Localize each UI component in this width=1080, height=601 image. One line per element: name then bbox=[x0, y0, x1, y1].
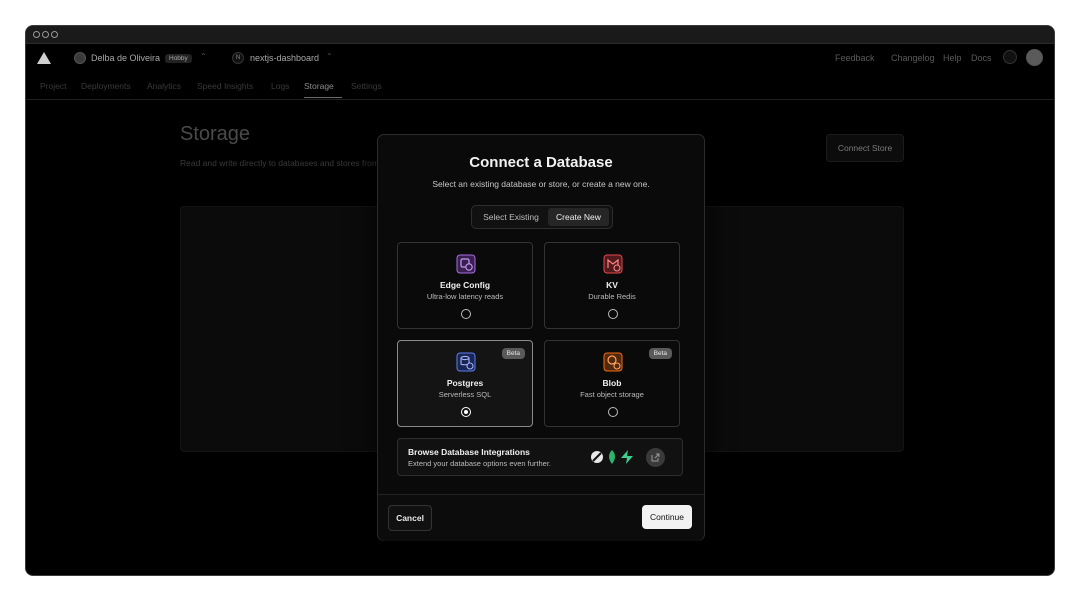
create-new-option[interactable]: Create New bbox=[548, 208, 609, 226]
minimize-window-button[interactable] bbox=[42, 31, 49, 38]
project-switcher-chevron-icon[interactable]: ⌃ bbox=[326, 52, 333, 61]
tab-speed-insights[interactable]: Speed Insights bbox=[197, 81, 253, 91]
nav-link-docs[interactable]: Docs bbox=[971, 53, 992, 63]
tab-project[interactable]: Project bbox=[40, 81, 66, 91]
kv-radio[interactable] bbox=[608, 309, 618, 319]
close-window-button[interactable] bbox=[33, 31, 40, 38]
vercel-logo-icon[interactable] bbox=[37, 52, 51, 64]
card-description: Serverless SQL bbox=[438, 390, 492, 399]
tab-analytics[interactable]: Analytics bbox=[147, 81, 181, 91]
connect-store-button[interactable]: Connect Store bbox=[826, 134, 904, 162]
nav-link-changelog[interactable]: Changelog bbox=[891, 53, 935, 63]
mongodb-logo-icon bbox=[609, 450, 615, 464]
integrations-title: Browse Database Integrations bbox=[408, 447, 530, 457]
card-name: KV bbox=[606, 280, 618, 290]
integrations-subtitle: Extend your database options even furthe… bbox=[408, 459, 552, 468]
external-link-icon bbox=[651, 453, 660, 462]
plan-badge: Hobby bbox=[165, 54, 192, 63]
source-segmented-control: Select Existing Create New bbox=[471, 205, 613, 229]
project-avatar: N bbox=[232, 52, 244, 64]
card-description: Fast object storage bbox=[580, 390, 644, 399]
card-blob[interactable]: Beta Blob Fast object storage bbox=[544, 340, 680, 427]
postgres-radio[interactable] bbox=[461, 407, 471, 417]
edge-config-icon bbox=[456, 254, 476, 274]
tab-logs[interactable]: Logs bbox=[271, 81, 289, 91]
tab-deployments[interactable]: Deployments bbox=[81, 81, 131, 91]
zoom-window-button[interactable] bbox=[51, 31, 58, 38]
project-tabs: Project Deployments Analytics Speed Insi… bbox=[26, 75, 1054, 100]
top-navigation: Delba de Oliveira Hobby ⌃ N nextjs-dashb… bbox=[26, 44, 1054, 74]
open-integrations-button[interactable] bbox=[646, 448, 665, 467]
notifications-bell-icon[interactable] bbox=[1003, 50, 1017, 64]
select-existing-option[interactable]: Select Existing bbox=[475, 208, 547, 226]
cancel-button[interactable]: Cancel bbox=[388, 505, 432, 531]
neon-logo-icon bbox=[591, 451, 603, 463]
tab-settings[interactable]: Settings bbox=[351, 81, 382, 91]
beta-badge: Beta bbox=[648, 348, 672, 359]
user-name[interactable]: Delba de Oliveira bbox=[91, 53, 160, 63]
modal-subtitle: Select an existing database or store, or… bbox=[432, 179, 650, 189]
card-description: Ultra-low latency reads bbox=[426, 292, 504, 301]
supabase-logo-icon bbox=[621, 450, 633, 464]
window-titlebar bbox=[26, 26, 1054, 44]
card-name: Postgres bbox=[446, 378, 484, 388]
modal-title: Connect a Database bbox=[469, 154, 613, 171]
edge-config-radio[interactable] bbox=[461, 309, 471, 319]
continue-button[interactable]: Continue bbox=[642, 505, 692, 529]
tab-storage[interactable]: Storage bbox=[304, 81, 334, 91]
card-name: Edge Config bbox=[439, 280, 491, 290]
card-postgres[interactable]: Beta Postgres Serverless SQL bbox=[397, 340, 533, 427]
blob-icon bbox=[603, 352, 623, 372]
page-title: Storage bbox=[180, 123, 251, 145]
nav-link-help[interactable]: Help bbox=[943, 53, 962, 63]
card-kv[interactable]: KV Durable Redis bbox=[544, 242, 680, 329]
card-edge-config[interactable]: Edge Config Ultra-low latency reads bbox=[397, 242, 533, 329]
connect-database-modal: Connect a Database Select an existing da… bbox=[377, 134, 705, 541]
browser-window: Delba de Oliveira Hobby ⌃ N nextjs-dashb… bbox=[26, 26, 1054, 575]
browse-integrations-row[interactable]: Browse Database Integrations Extend your… bbox=[397, 438, 683, 476]
postgres-icon bbox=[456, 352, 476, 372]
nav-link-feedback[interactable]: Feedback bbox=[835, 53, 875, 63]
card-description: Durable Redis bbox=[588, 292, 636, 301]
beta-badge: Beta bbox=[501, 348, 525, 359]
kv-icon bbox=[603, 254, 623, 274]
user-avatar bbox=[74, 52, 86, 64]
modal-footer: Cancel Continue bbox=[378, 494, 704, 541]
active-tab-indicator bbox=[304, 97, 342, 98]
account-avatar[interactable] bbox=[1026, 49, 1043, 66]
project-name[interactable]: nextjs-dashboard bbox=[250, 53, 319, 63]
card-name: Blob bbox=[602, 378, 622, 388]
blob-radio[interactable] bbox=[608, 407, 618, 417]
team-switcher-chevron-icon[interactable]: ⌃ bbox=[200, 52, 207, 61]
